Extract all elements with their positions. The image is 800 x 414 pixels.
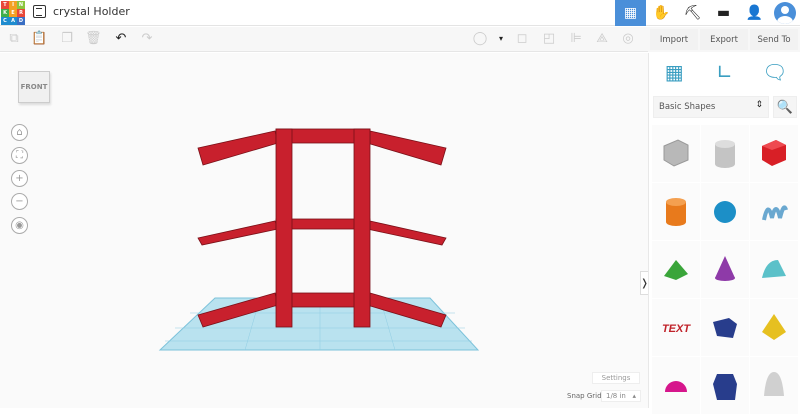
shape-cylinder-hole[interactable]	[701, 125, 749, 182]
pyramid-icon	[762, 313, 786, 340]
shape-grid: TEXT	[652, 125, 799, 414]
import-button[interactable]: Import	[650, 29, 698, 50]
light-bulb-icon[interactable]: ◯	[472, 31, 488, 47]
box-hole-icon	[663, 138, 689, 167]
workplane-viewport[interactable]: FRONT ⌂ ⛶ + − ◉ Settings Snap Grid 1/8 i…	[0, 53, 649, 408]
avatar[interactable]	[774, 2, 796, 24]
tinkercad-logo[interactable]: TINKERCAD	[1, 1, 25, 25]
logo-letter: N	[17, 1, 25, 9]
sphere-icon	[714, 200, 736, 223]
group-icon[interactable]: ◻	[514, 31, 530, 47]
undo-icon[interactable]: ↶	[113, 31, 129, 47]
select-arrows-icon: ⇕	[755, 100, 763, 110]
export-button[interactable]: Export	[700, 29, 748, 50]
redo-icon[interactable]: ↷	[139, 31, 155, 47]
design-list-icon[interactable]	[33, 5, 46, 18]
snap-grid-value: 1/8 in	[606, 392, 626, 400]
duplicate-icon[interactable]: ❐	[59, 31, 75, 47]
design-title[interactable]: crystal Holder	[53, 5, 130, 18]
shape-round-roof[interactable]	[750, 241, 798, 298]
shape-polygon[interactable]	[701, 357, 749, 414]
ruler-icon[interactable]: ∟	[711, 59, 737, 85]
shape-cone[interactable]	[701, 241, 749, 298]
3d-design-button[interactable]: ▦	[615, 0, 646, 26]
shape-roof[interactable]	[652, 241, 700, 298]
shape-pyramid[interactable]	[750, 299, 798, 356]
chevron-down-icon[interactable]: ▾	[493, 31, 509, 47]
3d-model[interactable]	[0, 53, 648, 408]
round-roof-icon	[762, 259, 786, 278]
top-bar: TINKERCAD crystal Holder ▦ ✋ ⛏ ▬ 👤	[0, 0, 800, 26]
shape-wedge[interactable]	[701, 299, 749, 356]
shape-half-sphere[interactable]	[652, 357, 700, 414]
bricks-button[interactable]: ⛏	[677, 0, 708, 26]
wedge-icon	[713, 317, 737, 338]
shape-category-value: Basic Shapes	[659, 102, 716, 112]
align-icon[interactable]: ⊫	[568, 31, 584, 47]
lego-button[interactable]: ▬	[708, 0, 739, 26]
logo-letter: A	[9, 17, 17, 25]
shape-text[interactable]: TEXT	[652, 299, 700, 356]
paste-icon[interactable]: 📋	[31, 31, 47, 47]
send-to-button[interactable]: Send To	[750, 29, 798, 50]
cylinder-hole-icon	[715, 139, 735, 168]
crystal-holder	[197, 128, 447, 328]
svg-text:TEXT: TEXT	[662, 323, 691, 335]
notes-icon[interactable]: 🗨	[762, 59, 788, 85]
mirror-icon[interactable]: ⟁	[594, 31, 610, 47]
roof-icon	[664, 259, 688, 280]
snap-grid-label: Snap Grid	[567, 392, 602, 400]
shape-box[interactable]	[750, 125, 798, 182]
workplane-icon[interactable]: ▦	[661, 59, 687, 85]
logo-letter: T	[1, 1, 9, 9]
copy-icon[interactable]: ⧉	[6, 31, 22, 47]
settings-button[interactable]: Settings	[592, 372, 640, 384]
shape-box-hole[interactable]	[652, 125, 700, 182]
logo-letter: D	[17, 17, 25, 25]
blocks-button[interactable]: ✋	[646, 0, 677, 26]
edit-toolbar: ⧉ 📋 ❐ 🗑 ↶ ↷ ◯ ▾ ◻ ◰ ⊫ ⟁ ◎	[0, 27, 648, 52]
ungroup-icon[interactable]: ◰	[541, 31, 557, 47]
logo-letter: I	[9, 1, 17, 9]
shape-sphere[interactable]	[701, 183, 749, 240]
cruise-icon[interactable]: ◎	[620, 31, 636, 47]
logo-letter: C	[1, 17, 9, 25]
cone-icon	[715, 255, 735, 281]
text-icon: TEXT	[662, 323, 691, 335]
half-sphere-icon	[665, 380, 687, 392]
shape-scribble[interactable]	[750, 183, 798, 240]
chevron-up-icon: ▴	[632, 392, 636, 400]
shape-paraboloid[interactable]	[750, 357, 798, 414]
shape-cylinder[interactable]	[652, 183, 700, 240]
search-icon[interactable]: 🔍	[773, 96, 797, 118]
delete-icon[interactable]: 🗑	[85, 31, 102, 47]
snap-grid-select[interactable]: 1/8 in ▴	[601, 390, 641, 402]
paraboloid-icon	[764, 371, 784, 396]
shape-category-select[interactable]: Basic Shapes ⇕	[653, 96, 769, 118]
logo-letter: E	[9, 9, 17, 17]
cylinder-icon	[666, 197, 686, 226]
logo-letter: K	[1, 9, 9, 17]
shapes-panel: ▦ ∟ 🗨 Basic Shapes ⇕ 🔍 TEXT	[648, 53, 800, 414]
box-icon	[762, 139, 786, 166]
scribble-icon	[762, 204, 788, 220]
add-user-icon[interactable]: 👤	[739, 0, 770, 26]
logo-letter: R	[17, 9, 25, 17]
polygon-icon	[713, 373, 737, 400]
